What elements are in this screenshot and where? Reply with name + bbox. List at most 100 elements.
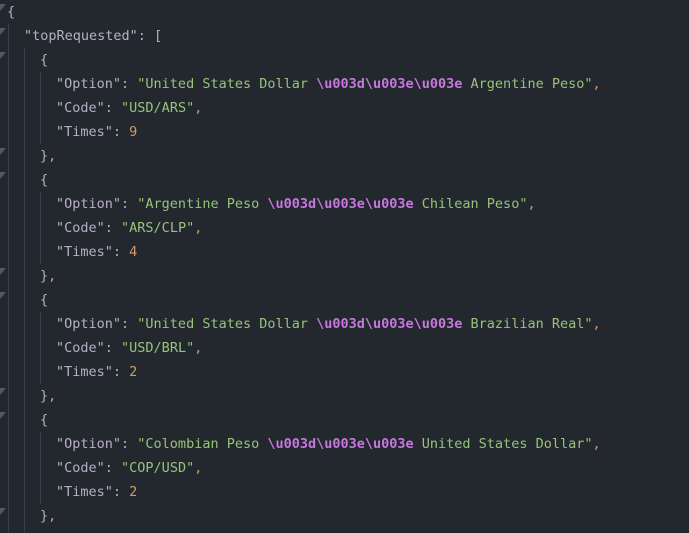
code-line: "Code": "COP/USD", bbox=[56, 456, 202, 480]
colon: : bbox=[104, 100, 122, 116]
close-brace: } bbox=[40, 388, 49, 404]
close-brace: } bbox=[40, 268, 49, 284]
comma: , bbox=[48, 388, 57, 404]
close-brace: } bbox=[40, 508, 49, 524]
code-line: "Option": "Colombian Peso \u003d\u003e\u… bbox=[56, 432, 601, 456]
code-line: }, bbox=[40, 384, 56, 408]
json-string: "Argentine Peso bbox=[137, 196, 268, 212]
indent-guide bbox=[40, 432, 41, 504]
comma: , bbox=[527, 196, 536, 212]
json-key: "Option" bbox=[56, 196, 122, 212]
json-number: 4 bbox=[129, 244, 138, 260]
json-string: "Colombian Peso bbox=[137, 436, 268, 452]
json-string: "United States Dollar bbox=[137, 316, 317, 332]
code-line: "Times": 2 bbox=[56, 480, 137, 504]
json-key: "Times" bbox=[56, 484, 113, 500]
json-key: "Code" bbox=[56, 220, 105, 236]
comma: , bbox=[48, 508, 57, 524]
comma: , bbox=[592, 436, 601, 452]
code-line: }, bbox=[40, 504, 56, 528]
code-line: "Code": "USD/BRL", bbox=[56, 336, 202, 360]
json-string: "USD/ARS" bbox=[121, 100, 195, 116]
comma: , bbox=[592, 316, 601, 332]
code-line: "Option": "United States Dollar \u003d\u… bbox=[56, 72, 601, 96]
open-brace: { bbox=[40, 412, 49, 428]
comma: , bbox=[592, 76, 601, 92]
indent-guide bbox=[40, 72, 41, 144]
colon: : bbox=[121, 76, 138, 92]
colon: : [ bbox=[137, 28, 163, 44]
fold-icon[interactable] bbox=[0, 388, 6, 395]
colon: : bbox=[104, 460, 122, 476]
colon: : bbox=[104, 340, 122, 356]
json-string: "USD/BRL" bbox=[121, 340, 195, 356]
editor-gutter bbox=[0, 0, 8, 533]
json-string: Chilean Peso" bbox=[413, 196, 528, 212]
json-string: "ARS/CLP" bbox=[121, 220, 195, 236]
colon: : bbox=[121, 316, 138, 332]
json-string: Brazilian Real" bbox=[462, 316, 593, 332]
code-line: "Times": 2 bbox=[56, 360, 137, 384]
indent-guide bbox=[24, 48, 25, 533]
fold-icon[interactable] bbox=[0, 412, 6, 419]
escape-sequence: \u003d\u003e\u003e bbox=[316, 76, 463, 92]
comma: , bbox=[194, 460, 203, 476]
code-line: "Times": 4 bbox=[56, 240, 137, 264]
colon: : bbox=[121, 436, 138, 452]
comma: , bbox=[194, 340, 203, 356]
close-brace: } bbox=[40, 148, 49, 164]
json-key: "Code" bbox=[56, 100, 105, 116]
fold-icon[interactable] bbox=[0, 508, 6, 515]
code-line: { bbox=[40, 48, 48, 72]
code-line: { bbox=[40, 168, 48, 192]
open-brace: { bbox=[40, 52, 49, 68]
code-line: "Code": "USD/ARS", bbox=[56, 96, 202, 120]
indent-guide bbox=[40, 192, 41, 264]
code-line: "Option": "United States Dollar \u003d\u… bbox=[56, 312, 601, 336]
code-line: }, bbox=[40, 144, 56, 168]
json-key: "Times" bbox=[56, 244, 113, 260]
fold-icon[interactable] bbox=[0, 292, 6, 299]
indent-guide bbox=[40, 312, 41, 384]
json-key: "Option" bbox=[56, 316, 122, 332]
escape-sequence: \u003d\u003e\u003e bbox=[267, 196, 414, 212]
code-line: { bbox=[40, 408, 48, 432]
code-editor[interactable]: { "topRequested": [ { "Option": "United … bbox=[0, 0, 689, 533]
json-key: "Code" bbox=[56, 340, 105, 356]
json-key: "Option" bbox=[56, 436, 122, 452]
code-line: "Code": "ARS/CLP", bbox=[56, 216, 202, 240]
comma: , bbox=[48, 268, 57, 284]
fold-icon[interactable] bbox=[0, 4, 6, 11]
fold-icon[interactable] bbox=[0, 172, 6, 179]
json-string: United States Dollar" bbox=[413, 436, 593, 452]
colon: : bbox=[121, 196, 138, 212]
open-brace: { bbox=[40, 172, 49, 188]
escape-sequence: \u003d\u003e\u003e bbox=[267, 436, 414, 452]
open-brace: { bbox=[7, 4, 16, 20]
json-string: Argentine Peso" bbox=[462, 76, 593, 92]
colon: : bbox=[112, 244, 130, 260]
json-key: "Times" bbox=[56, 124, 113, 140]
fold-icon[interactable] bbox=[0, 148, 6, 155]
json-key: "Times" bbox=[56, 364, 113, 380]
fold-icon[interactable] bbox=[0, 268, 6, 275]
json-key: "topRequested" bbox=[24, 28, 138, 44]
comma: , bbox=[194, 100, 203, 116]
open-brace: { bbox=[40, 292, 49, 308]
code-line: "Times": 9 bbox=[56, 120, 137, 144]
json-key: "Option" bbox=[56, 76, 122, 92]
fold-icon[interactable] bbox=[0, 52, 6, 59]
json-key: "Code" bbox=[56, 460, 105, 476]
code-line: "Option": "Argentine Peso \u003d\u003e\u… bbox=[56, 192, 536, 216]
colon: : bbox=[112, 124, 130, 140]
fold-icon[interactable] bbox=[0, 28, 6, 35]
indent-guide bbox=[8, 24, 9, 533]
colon: : bbox=[112, 364, 130, 380]
code-line: { bbox=[7, 0, 15, 24]
colon: : bbox=[104, 220, 122, 236]
escape-sequence: \u003d\u003e\u003e bbox=[316, 316, 463, 332]
code-line: "topRequested": [ bbox=[24, 24, 162, 48]
colon: : bbox=[112, 484, 130, 500]
json-string: "United States Dollar bbox=[137, 76, 317, 92]
comma: , bbox=[194, 220, 203, 236]
